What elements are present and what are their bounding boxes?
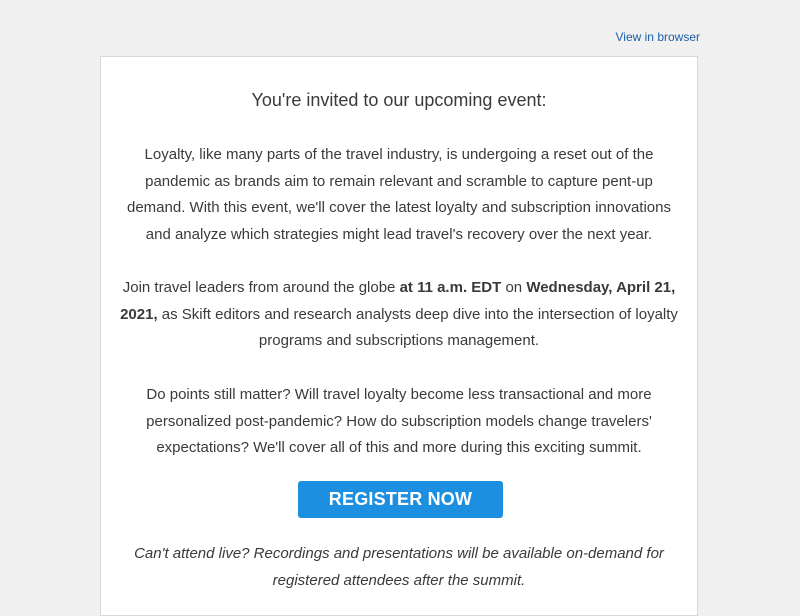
on-demand-note: Can't attend live? Recordings and presen… [134,545,664,589]
event-details-paragraph: Join travel leaders from around the glob… [119,275,679,355]
details-intro-text: Join travel leaders from around the glob… [122,279,400,296]
details-closing-text: as Skift editors and research analysts d… [157,305,678,350]
event-questions-paragraph: Do points still matter? Will travel loya… [146,386,652,457]
email-header: View in browser [0,0,800,56]
view-in-browser-link[interactable]: View in browser [616,30,700,44]
email-body-card: You're invited to our upcoming event: Lo… [100,56,698,616]
register-now-button[interactable]: REGISTER NOW [298,481,503,518]
event-time: at 11 a.m. EDT [399,279,502,296]
event-description-paragraph: Loyalty, like many parts of the travel i… [127,146,671,243]
details-connector-text: on [501,279,527,296]
invitation-heading: You're invited to our upcoming event: [251,90,547,110]
